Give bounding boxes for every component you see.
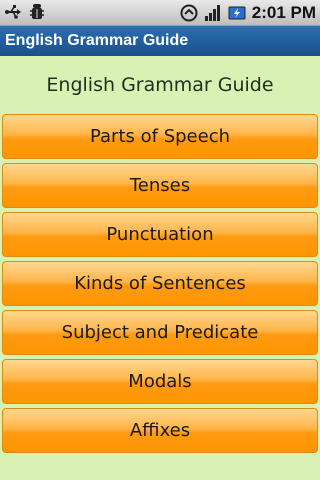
battery-icon <box>228 4 246 22</box>
punctuation-button[interactable]: Punctuation <box>2 212 318 257</box>
debug-icon <box>28 3 46 21</box>
usb-icon <box>4 3 22 21</box>
status-time: 2:01 PM <box>251 3 316 22</box>
app-title-bar: English Grammar Guide <box>0 26 320 56</box>
topic-menu: Parts of Speech Tenses Punctuation Kinds… <box>2 114 318 453</box>
subject-and-predicate-button[interactable]: Subject and Predicate <box>2 310 318 355</box>
parts-of-speech-button[interactable]: Parts of Speech <box>2 114 318 159</box>
kinds-of-sentences-button[interactable]: Kinds of Sentences <box>2 261 318 306</box>
status-bar: 2:01 PM <box>0 0 320 26</box>
modals-button[interactable]: Modals <box>2 359 318 404</box>
affixes-button[interactable]: Affixes <box>2 408 318 453</box>
sync-icon <box>180 4 198 22</box>
page-title: English Grammar Guide <box>46 74 274 96</box>
signal-icon <box>204 4 222 22</box>
tenses-button[interactable]: Tenses <box>2 163 318 208</box>
